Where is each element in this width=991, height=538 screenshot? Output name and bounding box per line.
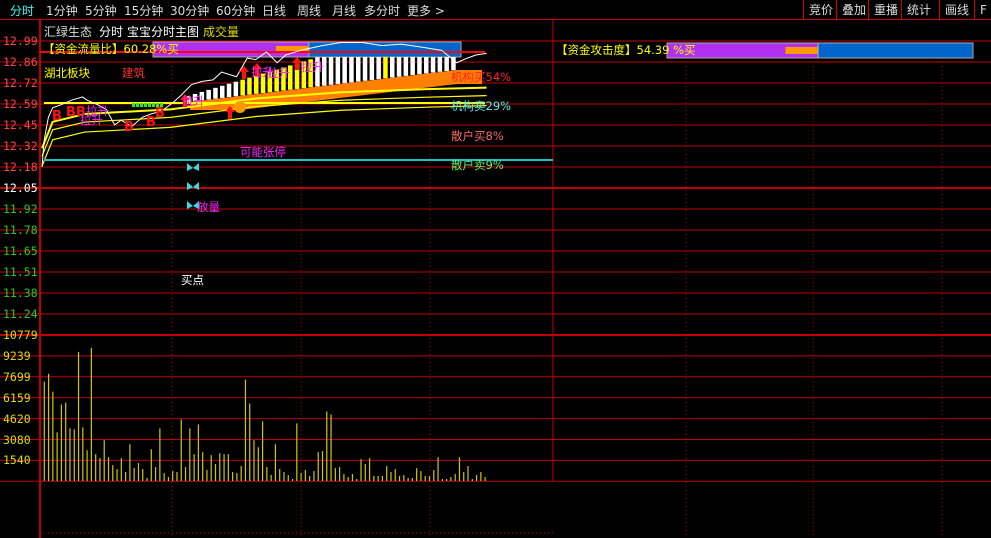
price-tick-label: 11.65 — [3, 244, 38, 258]
strength-bar — [390, 57, 395, 78]
price-tick-label: 12.99 — [3, 34, 38, 48]
buy-point-label: 买点 — [181, 273, 204, 287]
price-tick-label: 12.18 — [3, 160, 38, 174]
strength-bar — [362, 57, 368, 81]
retail-buy-label: 散户买8% — [451, 129, 504, 143]
strength-bar — [233, 81, 239, 97]
inst-sell-label: 机构卖29% — [451, 99, 512, 113]
sell-pressure-bar — [136, 103, 139, 107]
strength-bar — [240, 79, 245, 96]
price-tick-label: 12.59 — [3, 97, 38, 111]
strength-bar — [396, 57, 402, 77]
strength-bar — [220, 85, 225, 98]
inst-buy-label: 机构买54% — [451, 70, 512, 84]
volume-tick-label: 9239 — [3, 348, 31, 363]
sell-ratio-bar — [817, 42, 974, 59]
retail-sell-label: 散户卖9% — [451, 158, 504, 172]
buy-b-marker: B — [52, 109, 62, 124]
volume-tick-label: 10779 — [3, 328, 38, 342]
sell-pressure-bar — [144, 103, 147, 107]
sell-pressure-bar — [132, 103, 135, 107]
volume-tick-label: 3080 — [3, 432, 31, 447]
strength-bar — [356, 57, 361, 82]
volume-tick-label: 7699 — [3, 369, 31, 384]
price-tick-label: 11.38 — [3, 286, 38, 300]
strength-bar — [247, 77, 252, 95]
strength-bar — [328, 57, 334, 85]
strength-bar — [342, 57, 347, 84]
price-tick-label: 11.24 — [3, 307, 38, 321]
buy-b-marker: B — [155, 106, 165, 121]
strength-bar — [430, 57, 436, 73]
strength-bar — [206, 89, 211, 100]
fund-flow-value: 60.28%买 — [123, 42, 179, 56]
strength-bar — [213, 87, 218, 99]
buy-b-marker: B — [124, 120, 134, 135]
strength-bar — [403, 57, 409, 76]
strength-bar — [410, 57, 415, 76]
pull-up-marker: 拉升 — [267, 66, 290, 80]
price-tick-label: 12.32 — [3, 139, 38, 153]
sector-label: 湖北板块 — [44, 66, 90, 80]
attack-value: 54.39 %买 — [636, 43, 696, 57]
strength-bar — [335, 57, 341, 85]
strength-bar — [369, 57, 375, 80]
pull-up-marker: 拉升 — [301, 60, 324, 74]
strength-bar — [349, 57, 354, 83]
limit-up-label: 可能张停 — [240, 145, 286, 159]
strength-bar — [226, 83, 232, 98]
price-tick-label: 11.78 — [3, 223, 38, 237]
price-tick-label: 11.51 — [3, 265, 38, 279]
volume-up-label: 放量 — [197, 200, 220, 214]
attack-label: 【资金攻击度】 — [556, 43, 637, 57]
sell-pressure-bar — [148, 103, 151, 107]
strength-bar — [444, 57, 449, 71]
strength-bar — [424, 57, 429, 74]
price-tick-label: 12.86 — [3, 55, 38, 69]
volume-tick-label: 6159 — [3, 390, 31, 405]
volume-tick-label: 1540 — [3, 453, 31, 468]
volume-tick-label: 4620 — [3, 411, 31, 426]
price-tick-label: 12.05 — [3, 181, 38, 195]
fund-flow-label: 【资金流量比】 — [43, 42, 124, 56]
price-tick-label: 12.72 — [3, 76, 38, 90]
price-tick-label: 11.92 — [3, 202, 38, 216]
ratio-marker — [785, 47, 819, 54]
strength-bar — [437, 57, 443, 72]
sell-pressure-bar — [140, 103, 143, 107]
industry-label: 建筑 — [122, 66, 145, 80]
up-arrow-icon — [239, 66, 249, 79]
strength-bar — [383, 57, 388, 79]
pull-up-marker: 拉升 — [80, 113, 103, 127]
strength-bar — [376, 57, 381, 80]
price-tick-label: 12.45 — [3, 118, 38, 132]
buy-b-marker: B — [66, 105, 76, 120]
orange-coin-icon — [234, 101, 246, 113]
strength-bar — [417, 57, 422, 75]
pull-up-marker: 拉升 — [182, 94, 205, 108]
